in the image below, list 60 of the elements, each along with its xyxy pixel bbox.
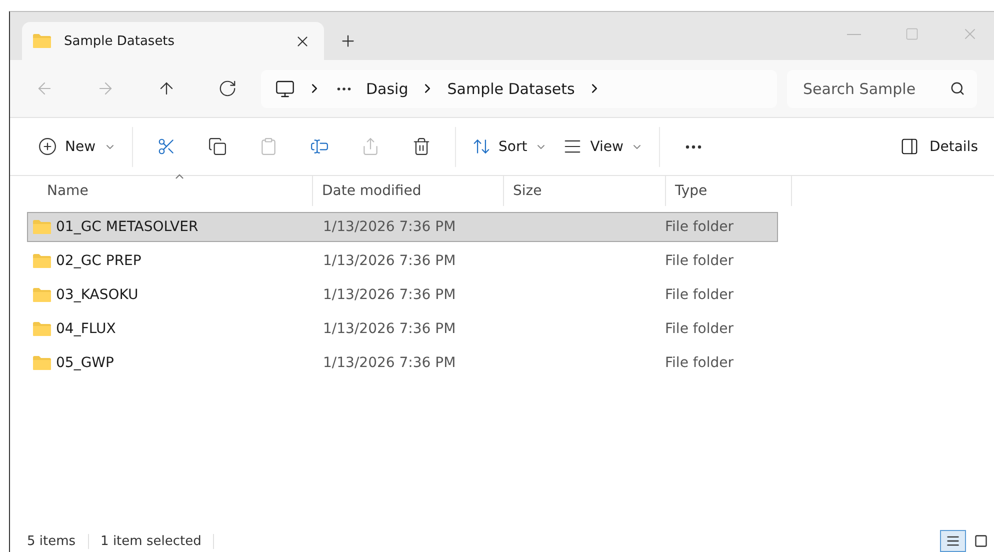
ellipsis-icon [684, 144, 704, 148]
breadcrumb[interactable]: Sample Datasets [447, 80, 575, 98]
folder-icon [32, 33, 52, 49]
column-header[interactable]: Size [513, 183, 542, 199]
search-icon [950, 80, 965, 96]
tab[interactable]: Sample Datasets [22, 22, 324, 60]
refresh-icon [218, 79, 236, 98]
copy-icon [208, 137, 227, 156]
file-row[interactable]: 05_GWP 1/13/2026 7:36 PM File folder [27, 348, 778, 378]
view-button[interactable]: View [555, 130, 652, 162]
file-row[interactable]: 04_FLUX 1/13/2026 7:36 PM File folder [27, 314, 778, 344]
file-row[interactable]: 03_KASOKU 1/13/2026 7:36 PM File folder [27, 280, 778, 310]
details-button[interactable]: Details [892, 130, 986, 162]
date-cell-text: 1/13/2026 7:36 PM [322, 355, 457, 371]
file-row[interactable]: 01_GC METASOLVER 1/13/2026 7:36 PM File folder [27, 212, 778, 242]
clipboard-icon [258, 137, 278, 156]
folder-icon [32, 321, 52, 337]
computer-icon [275, 78, 295, 98]
date-cell-text: 1/13/2026 7:36 PM [322, 219, 457, 235]
square-icon [974, 534, 988, 548]
share-icon [360, 137, 380, 156]
file-row[interactable]: 02_GC PREP 1/13/2026 7:36 PM File folder [27, 246, 778, 276]
type-cell-text: File folder [664, 321, 735, 337]
folder-icon [32, 355, 52, 371]
new-button[interactable]: New [30, 130, 124, 162]
type-cell-text: File folder [664, 355, 735, 371]
maximize-icon [905, 27, 919, 41]
type-cell-text: File folder [664, 287, 735, 303]
address-bar[interactable]: Dasig Sample Datasets [261, 70, 777, 108]
type-cell-text: File folder [664, 219, 735, 235]
search-field[interactable]: Search Sample [787, 70, 977, 108]
file-name: 03_KASOKU [56, 287, 138, 303]
date-cell-text: 1/13/2026 7:36 PM [322, 253, 457, 269]
folder-icon [32, 219, 52, 235]
scissors-icon [156, 137, 176, 156]
selection-count: 1 item selected [100, 534, 214, 548]
list-icon [946, 534, 960, 548]
folder-icon [32, 253, 52, 269]
details-view-button[interactable] [940, 530, 966, 552]
plus-circle-icon [38, 137, 57, 156]
column-header[interactable]: Name [47, 183, 88, 199]
file-name: 01_GC METASOLVER [56, 219, 198, 235]
item-count: 5 items [27, 534, 89, 548]
date-cell-text: 1/13/2026 7:36 PM [322, 287, 457, 303]
file-name: 02_GC PREP [56, 253, 142, 269]
column-header[interactable]: Type [675, 183, 708, 199]
file-name: 05_GWP [56, 355, 114, 371]
sort-button[interactable]: Sort [464, 130, 556, 162]
sort-arrows-icon [472, 137, 491, 156]
rename-icon [310, 137, 329, 156]
date-cell-text: 1/13/2026 7:36 PM [322, 321, 457, 337]
folder-icon [32, 287, 52, 303]
file-name: 04_FLUX [56, 321, 116, 337]
type-cell-text: File folder [664, 253, 735, 269]
ellipsis-icon [337, 86, 351, 90]
panel-icon [900, 137, 920, 156]
tab-title: Sample Datasets [64, 34, 176, 48]
column-header[interactable]: Date modified [322, 183, 422, 199]
breadcrumb[interactable]: Dasig [366, 80, 408, 98]
trash-icon [412, 137, 431, 156]
